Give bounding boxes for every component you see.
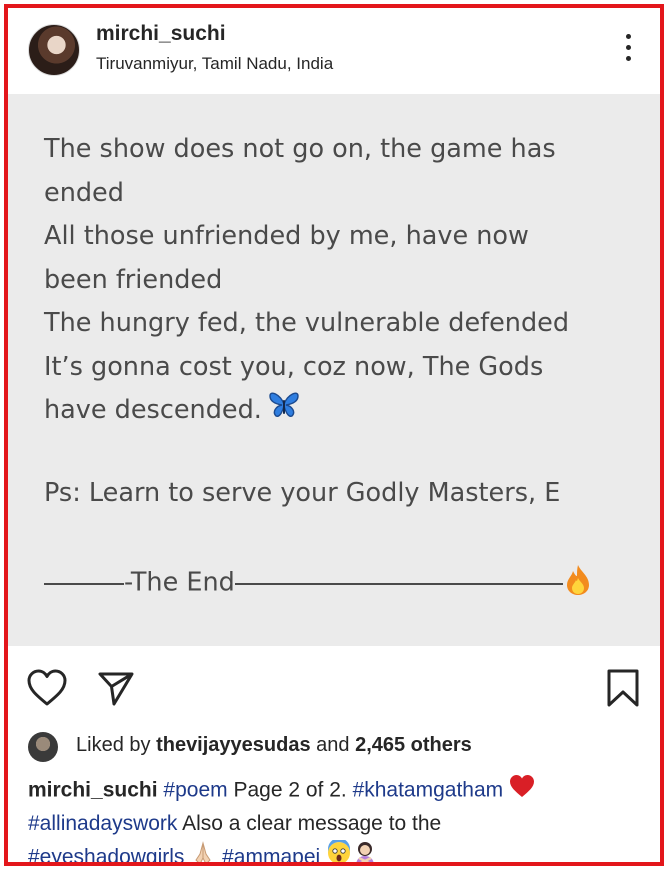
avatar[interactable] — [28, 24, 80, 76]
fire-emoji-icon — [565, 564, 591, 603]
location[interactable]: Tiruvanmiyur, Tamil Nadu, India — [96, 54, 333, 74]
liker-avatar[interactable] — [28, 732, 58, 762]
poem-line: It’s gonna cost you, coz now, The Gods — [44, 351, 544, 382]
end-text: -The End — [124, 567, 235, 598]
liker-username[interactable]: thevijayyesudas — [156, 734, 311, 756]
poem-line: All those unfriended by me, have now — [44, 221, 529, 251]
caption-text: Page 2 of 2. — [227, 778, 353, 802]
post-header: mirchi_suchi Tiruvanmiyur, Tamil Nadu, I… — [8, 8, 660, 96]
poem-text: The show does not go on, the game has en… — [44, 128, 634, 433]
caption-username[interactable]: mirchi_suchi — [28, 779, 158, 802]
woman-gesturing-no-emoji-icon — [352, 840, 378, 862]
heart-icon[interactable] — [26, 668, 68, 713]
likes-row: Liked by thevijayyesudas and 2,465 other… — [28, 730, 648, 762]
caption-line: mirchi_suchi #poem Page 2 of 2. #khatamg… — [28, 774, 648, 808]
post-frame: mirchi_suchi Tiruvanmiyur, Tamil Nadu, I… — [4, 4, 664, 866]
hashtag[interactable]: #ammapei — [222, 846, 320, 862]
caption-line: #eyeshadowgirls #ammapei — [28, 838, 648, 862]
red-heart-emoji-icon — [509, 774, 535, 808]
divider — [234, 582, 563, 585]
caption-text: Also a clear message to the — [177, 812, 442, 835]
more-options-icon[interactable] — [618, 34, 638, 68]
folded-hands-emoji-icon — [190, 840, 216, 862]
poem-line: The show does not go on, the game has — [44, 134, 556, 164]
likes-text[interactable]: Liked by thevijayyesudas and 2,465 other… — [76, 734, 472, 757]
hashtag[interactable]: #khatamgatham — [353, 779, 504, 802]
caption: mirchi_suchi #poem Page 2 of 2. #khatamg… — [28, 774, 648, 862]
divider — [44, 582, 124, 585]
poem-line: have descended. — [44, 395, 262, 425]
poem-line: The hungry fed, the vulnerable defended — [44, 308, 570, 338]
likes-count[interactable]: 2,465 others — [355, 734, 472, 756]
the-end-line: -The End — [44, 564, 634, 603]
hashtag[interactable]: #allinadayswork — [28, 812, 177, 835]
ps-line: Ps: Learn to serve your Godly Masters, E — [44, 478, 561, 508]
screaming-face-emoji-icon — [326, 838, 352, 862]
likes-middle: and — [310, 734, 356, 756]
username[interactable]: mirchi_suchi — [96, 22, 226, 46]
likes-prefix: Liked by — [76, 734, 157, 756]
send-icon[interactable] — [96, 668, 136, 713]
poem-line: been friended — [44, 264, 223, 295]
action-bar — [8, 658, 660, 718]
poem-line-last: have descended. — [44, 389, 634, 433]
hashtag[interactable]: #poem — [163, 779, 227, 802]
caption-line: #allinadayswork Also a clear message to … — [28, 808, 648, 840]
hashtag[interactable]: #eyeshadowgirls — [28, 846, 184, 862]
poem-line: ended — [44, 177, 124, 208]
butterfly-emoji-icon — [268, 389, 300, 433]
post-image[interactable]: The show does not go on, the game has en… — [8, 94, 660, 646]
bookmark-icon[interactable] — [606, 668, 640, 713]
